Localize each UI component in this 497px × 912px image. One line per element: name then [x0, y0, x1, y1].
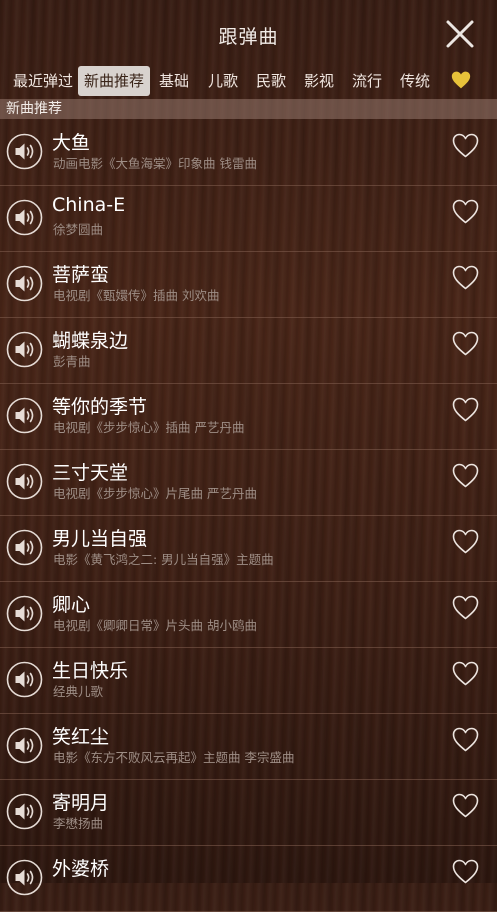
- song-title: 寄明月: [52, 792, 110, 814]
- list-item[interactable]: 三寸天堂 电视剧《步步惊心》片尾曲 严艺丹曲: [0, 450, 497, 516]
- heart-outline-icon[interactable]: [452, 331, 479, 356]
- list-item[interactable]: 生日快乐 经典儿歌: [0, 648, 497, 714]
- song-title: 笑红尘: [52, 726, 110, 748]
- heart-outline-icon[interactable]: [452, 727, 479, 752]
- song-subtitle: 电视剧《卿卿日常》片头曲 胡小鸥曲: [53, 618, 257, 633]
- song-title: 生日快乐: [52, 660, 129, 682]
- heart-outline-icon[interactable]: [452, 595, 479, 620]
- tab-folk[interactable]: 民歌: [250, 66, 292, 96]
- song-subtitle: 电视剧《步步惊心》片尾曲 严艺丹曲: [53, 486, 257, 501]
- list-item[interactable]: 大鱼 动画电影《大鱼海棠》印象曲 钱雷曲: [0, 120, 497, 186]
- speaker-icon[interactable]: [6, 463, 43, 500]
- speaker-icon[interactable]: [6, 133, 43, 170]
- tab-kids[interactable]: 儿歌: [202, 66, 244, 96]
- list-item[interactable]: 卿心 电视剧《卿卿日常》片头曲 胡小鸥曲: [0, 582, 497, 648]
- list-item[interactable]: China-E 徐梦圆曲: [0, 186, 497, 252]
- tab-film[interactable]: 影视: [298, 66, 340, 96]
- list-item[interactable]: 笑红尘 电影《东方不败风云再起》主题曲 李宗盛曲: [0, 714, 497, 780]
- heart-outline-icon[interactable]: [452, 463, 479, 488]
- tab-recent[interactable]: 最近弹过: [7, 66, 79, 96]
- section-header: 新曲推荐: [0, 99, 497, 119]
- heart-outline-icon[interactable]: [452, 199, 479, 224]
- song-subtitle: 动画电影《大鱼海棠》印象曲 钱雷曲: [53, 156, 257, 171]
- speaker-icon[interactable]: [6, 199, 43, 236]
- heart-icon[interactable]: [451, 70, 471, 90]
- tab-bar: 最近弹过 新曲推荐 基础 儿歌 民歌 影视 流行 传统: [0, 66, 497, 98]
- song-title: 男儿当自强: [52, 528, 148, 550]
- speaker-icon[interactable]: [6, 727, 43, 764]
- song-subtitle: 电视剧《步步惊心》插曲 严艺丹曲: [53, 420, 245, 435]
- song-title: 菩萨蛮: [52, 264, 110, 286]
- song-title: 大鱼: [52, 132, 91, 154]
- heart-outline-icon[interactable]: [452, 661, 479, 686]
- song-subtitle: 彭青曲: [53, 354, 91, 369]
- list-item[interactable]: 菩萨蛮 电视剧《甄嬛传》插曲 刘欢曲: [0, 252, 497, 318]
- speaker-icon[interactable]: [6, 331, 43, 368]
- heart-outline-icon[interactable]: [452, 397, 479, 422]
- song-subtitle: 电影《东方不败风云再起》主题曲 李宗盛曲: [53, 750, 295, 765]
- heart-outline-icon[interactable]: [452, 529, 479, 554]
- speaker-icon[interactable]: [6, 793, 43, 830]
- speaker-icon[interactable]: [6, 595, 43, 632]
- tab-traditional[interactable]: 传统: [394, 66, 436, 96]
- speaker-icon[interactable]: [6, 661, 43, 698]
- song-title: 蝴蝶泉边: [52, 330, 129, 352]
- song-title: 卿心: [52, 594, 91, 616]
- song-title: 等你的季节: [52, 396, 148, 418]
- speaker-icon[interactable]: [6, 859, 43, 896]
- speaker-icon[interactable]: [6, 397, 43, 434]
- heart-outline-icon[interactable]: [452, 265, 479, 290]
- heart-outline-icon[interactable]: [452, 793, 479, 818]
- page-title: 跟弹曲: [218, 26, 279, 48]
- song-subtitle: 电视剧《甄嬛传》插曲 刘欢曲: [53, 288, 220, 303]
- close-icon[interactable]: [445, 19, 475, 49]
- list-item[interactable]: 等你的季节 电视剧《步步惊心》插曲 严艺丹曲: [0, 384, 497, 450]
- song-subtitle: 电影《黄飞鸿之二: 男儿当自强》主题曲: [53, 552, 274, 567]
- song-subtitle: 经典儿歌: [53, 684, 104, 699]
- tab-new[interactable]: 新曲推荐: [78, 66, 151, 96]
- song-title: China-E: [52, 194, 126, 216]
- speaker-icon[interactable]: [6, 265, 43, 302]
- song-subtitle: 李懋扬曲: [53, 816, 104, 831]
- song-title: 外婆桥: [52, 858, 110, 880]
- tab-basic[interactable]: 基础: [153, 66, 195, 96]
- speaker-icon[interactable]: [6, 529, 43, 566]
- heart-outline-icon[interactable]: [452, 133, 479, 158]
- header: 跟弹曲: [0, 0, 497, 64]
- list-item[interactable]: 蝴蝶泉边 彭青曲: [0, 318, 497, 384]
- list-item[interactable]: 寄明月 李懋扬曲: [0, 780, 497, 846]
- heart-outline-icon[interactable]: [452, 859, 479, 884]
- song-title: 三寸天堂: [52, 462, 129, 484]
- song-subtitle: 徐梦圆曲: [53, 222, 104, 237]
- song-list: 大鱼 动画电影《大鱼海棠》印象曲 钱雷曲 China-E 徐梦圆曲 菩萨蛮 电视…: [0, 120, 497, 912]
- list-item[interactable]: 男儿当自强 电影《黄飞鸿之二: 男儿当自强》主题曲: [0, 516, 497, 582]
- list-item[interactable]: 外婆桥: [0, 846, 497, 912]
- tab-pop[interactable]: 流行: [346, 66, 388, 96]
